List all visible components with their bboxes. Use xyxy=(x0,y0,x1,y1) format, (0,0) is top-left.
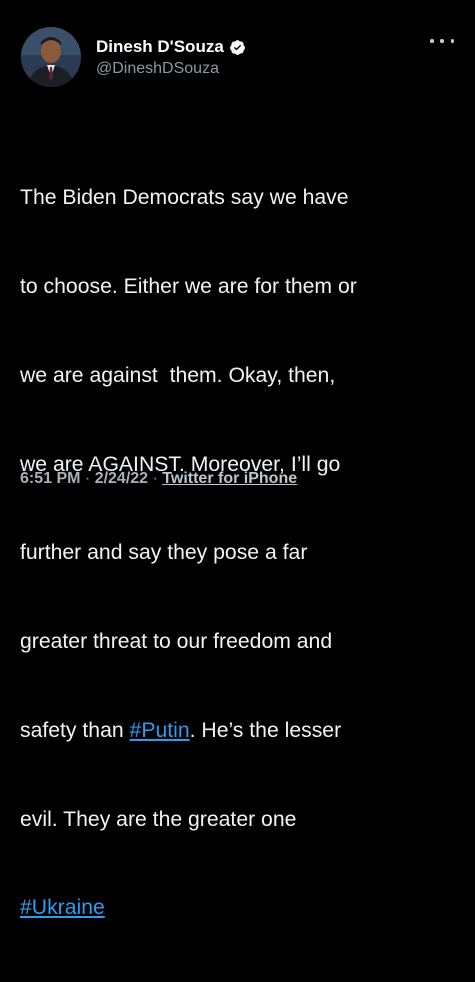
tweet-metadata: 6:51 PM · 2/24/22 · Twitter for iPhone xyxy=(20,470,297,488)
dot xyxy=(440,39,444,43)
avatar[interactable] xyxy=(21,27,81,87)
hashtag-putin-link[interactable]: #Putin xyxy=(130,719,190,742)
author-name-row: Dinesh D'Souza xyxy=(96,37,246,57)
tweet-line: #Ukraine xyxy=(20,893,460,923)
dot xyxy=(430,39,434,43)
separator: · xyxy=(148,470,163,487)
tweet-date[interactable]: 2/24/22 xyxy=(95,470,148,487)
hashtag-ukraine-link[interactable]: #Ukraine xyxy=(20,896,105,919)
separator: · xyxy=(80,470,95,487)
tweet-line: greater threat to our freedom and xyxy=(20,630,333,654)
tweet-line: safety than #Putin. He’s the lesser xyxy=(20,716,460,746)
tweet-line: to choose. Either we are for them or xyxy=(20,274,357,298)
tweet-line: we are against them. Okay, then, xyxy=(20,363,336,387)
dot xyxy=(450,39,454,43)
avatar-photo xyxy=(21,27,81,87)
tweet-text: The Biden Democrats say we have to choos… xyxy=(20,124,460,982)
author-handle[interactable]: @DineshDSouza xyxy=(96,60,219,78)
tweet-time[interactable]: 6:51 PM xyxy=(20,470,80,487)
tweet-source-link[interactable]: Twitter for iPhone xyxy=(162,470,297,487)
verified-badge-icon xyxy=(229,39,245,55)
more-horizontal-icon[interactable] xyxy=(430,34,454,48)
tweet-line: evil. They are the greater one xyxy=(20,807,297,831)
author-display-name[interactable]: Dinesh D'Souza xyxy=(96,37,224,57)
tweet-text-segment: . He’s the lesser xyxy=(189,718,342,742)
tweet-card: Dinesh D'Souza @DineshDSouza The Biden D… xyxy=(0,0,475,919)
tweet-line: further and say they pose a far xyxy=(20,541,308,565)
tweet-text-segment: safety than xyxy=(20,718,130,742)
tweet-line: The Biden Democrats say we have xyxy=(20,186,349,210)
